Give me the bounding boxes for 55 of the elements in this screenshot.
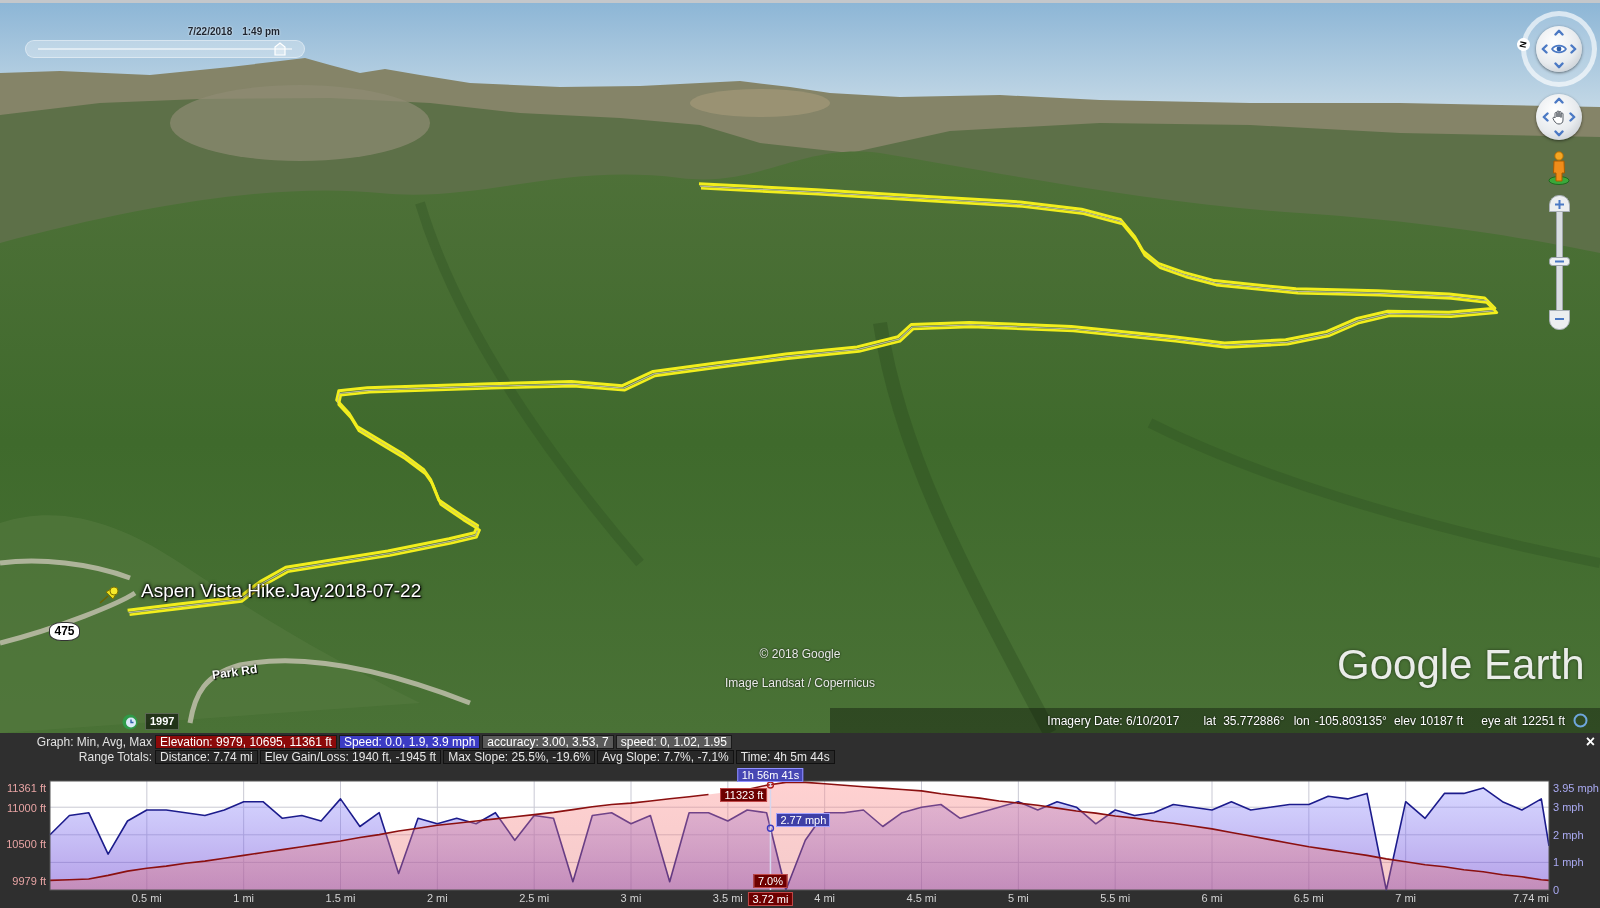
cursor-time-label: 1h 56m 41s [737,768,804,782]
imagery-date-text: Imagery Date: 6/10/2017 [1047,713,1180,728]
x-axis-tick-label: 4 mi [814,892,836,905]
x-axis-tick-label: 2.5 mi [519,892,550,905]
elevation-axis-tick-label: 11000 ft [7,801,46,815]
attribution-text: Image Landsat / Copernicus [724,676,876,690]
app-logo-wordmark: Google Earth [1337,644,1585,686]
x-axis-tick-label: 6.5 mi [1293,892,1324,905]
elevation-axis-tick-label: 11361 ft [7,781,46,795]
speed-axis-tick-label: 2 mph [1553,828,1584,842]
stat-readout: Avg Slope: 7.7%, -7.1% [597,750,734,764]
stat-readout: Speed: 0.0, 1.9, 3.9 mph [338,735,481,749]
cursor-elevation-label: 11323 ft [720,788,768,802]
stat-readout: Elevation: 9979, 10695, 11361 ft [155,735,337,749]
speed-axis-tick-label: 3 mph [1553,800,1584,814]
x-axis-tick-label: 3 mi [620,892,642,905]
road-name-label: Park Rd [211,661,259,683]
speed-axis-tick-label: 3.95 mph [1553,781,1599,795]
x-axis-tick-label: 1 mi [233,892,255,905]
stat-readout: accuracy: 3.00, 3.53, 7 [482,735,614,749]
x-axis-tick-label: 7 mi [1395,892,1417,905]
latitude-label: lat [1203,713,1217,728]
x-axis-tick-label: 1.5 mi [325,892,356,905]
x-axis-tick-label: 5 mi [1007,892,1029,905]
speed-axis-tick-label: 0 [1553,883,1560,897]
timeline-time: 1:49 pm [242,26,280,38]
attribution-text: © 2018 Google [759,647,841,661]
cursor-slope-label: 7.0% [753,874,787,888]
x-axis-tick-label: 4.5 mi [906,892,937,905]
x-axis-tick-label: 5.5 mi [1100,892,1131,905]
latitude-value: 35.772886° [1223,713,1285,728]
x-axis-tick-label: 2 mi [426,892,448,905]
longitude-value: -105.803135° [1314,713,1387,728]
x-axis-tick-label: 0.5 mi [131,892,162,905]
elevation-value: 10187 ft [1419,713,1464,728]
x-axis-tick-label: 3.5 mi [712,892,743,905]
x-axis-tick-label: 6 mi [1201,892,1223,905]
speed-axis-tick-label: 1 mph [1553,855,1584,869]
graph-row-label: Graph: Min, Avg, Max [35,735,153,749]
cursor-speed-label: 2.77 mph [776,813,831,828]
elevation-axis-tick-label: 10500 ft [6,837,46,851]
stat-readout: Distance: 7.74 mi [155,750,258,764]
timeline-date: 7/22/2018 [187,26,233,38]
eye-altitude-value: 12251 ft [1521,713,1565,728]
x-axis-tick-label: 7.74 mi [1512,892,1549,905]
stat-readout: speed: 0, 1.02, 1.95 [615,735,732,749]
stat-readout: Max Slope: 25.5%, -19.6% [443,750,596,764]
cursor-distance-label: 3.72 mi [748,892,793,906]
elevation-label: elev [1393,713,1416,728]
stat-readout: Elev Gain/Loss: 1940 ft, -1945 ft [259,750,442,764]
eye-altitude-label: eye alt [1481,713,1517,728]
graph-row-label: Range Totals: [77,750,153,764]
elevation-axis-tick-label: 9979 ft [12,874,46,888]
stat-readout: Time: 4h 5m 44s [735,750,835,764]
longitude-label: lon [1293,713,1310,728]
